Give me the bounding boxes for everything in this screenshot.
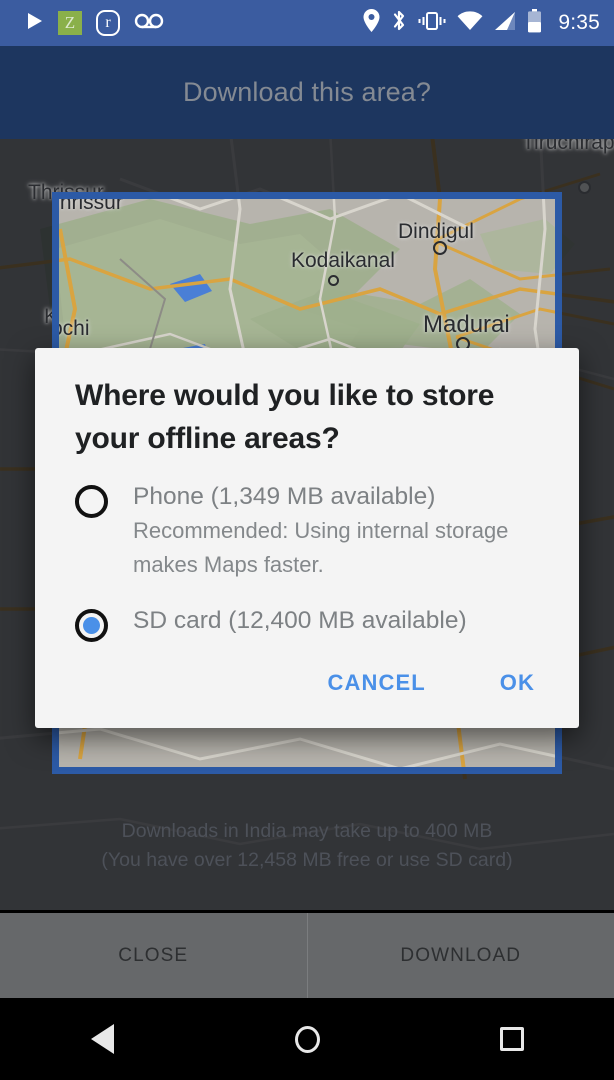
option-row-sd-card[interactable]: SD card (12,400 MB available) — [35, 604, 579, 642]
home-icon — [294, 1025, 320, 1053]
map-label-madurai: Madurai — [423, 311, 510, 338]
map-dot-kodaikanal — [328, 275, 339, 286]
wifi-icon — [457, 10, 483, 36]
cell-signal-icon — [494, 11, 516, 36]
system-nav-bar — [0, 998, 614, 1080]
back-icon — [90, 1024, 114, 1054]
storage-location-dialog: Where would you like to store your offli… — [35, 348, 579, 728]
nav-home-button[interactable] — [205, 1025, 410, 1053]
phone-screen: Z r 9:35 Download this area? Thrissur Ti… — [0, 0, 614, 1080]
app-bar: Download this area? — [0, 46, 614, 139]
caption-download-size: Downloads in India may take up to 400 MB — [121, 820, 493, 842]
option-text-phone: Phone (1,349 MB available) Recommended: … — [133, 480, 539, 582]
map-label-tiruchirappalli: Tiruchirap — [522, 139, 614, 154]
map-dot-dindigul — [433, 241, 447, 255]
option-row-phone[interactable]: Phone (1,349 MB available) Recommended: … — [35, 480, 579, 582]
status-bar: Z r 9:35 — [0, 0, 614, 46]
map-captions: Downloads in India may take up to 400 MB… — [0, 817, 614, 875]
battery-icon — [527, 8, 542, 38]
storage-option-list: Phone (1,349 MB available) Recommended: … — [35, 460, 579, 642]
option-text-sd-card: SD card (12,400 MB available) — [133, 604, 467, 642]
voicemail-icon — [134, 13, 164, 34]
page-title: Download this area? — [182, 77, 432, 107]
download-button[interactable]: DOWNLOAD — [308, 913, 614, 998]
option-label-sd-card: SD card (12,400 MB available) — [133, 607, 467, 634]
status-bar-left-icons: Z r — [26, 10, 164, 36]
caption-free-space: (You have over 12,458 MB free or use SD … — [101, 849, 513, 871]
reddit-badge-icon: r — [96, 10, 120, 36]
status-bar-right-icons: 9:35 — [363, 8, 600, 38]
radio-dot-phone — [83, 493, 100, 510]
option-label-phone: Phone (1,349 MB available) — [133, 483, 436, 510]
map-dot-tiruchirappalli — [578, 181, 591, 194]
radio-button-sd-card[interactable] — [75, 609, 108, 642]
cancel-button[interactable]: CANCEL — [316, 664, 438, 702]
dialog-title: Where would you like to store your offli… — [75, 379, 495, 455]
dialog-action-row: CANCEL OK — [35, 646, 579, 728]
ok-button[interactable]: OK — [488, 664, 547, 702]
status-bar-clock: 9:35 — [558, 11, 600, 34]
radio-button-phone[interactable] — [75, 485, 108, 518]
nav-back-button[interactable] — [0, 1024, 205, 1054]
location-icon — [363, 9, 380, 37]
radio-dot-sd-card — [83, 617, 100, 634]
bluetooth-icon — [391, 9, 407, 37]
map-label-kodaikanal: Kodaikanal — [291, 249, 395, 272]
map-label-kochi-inner: Kochi — [59, 317, 90, 340]
vibrate-icon — [418, 10, 446, 37]
map-label-thrissur-inner: Thrissur — [59, 199, 123, 214]
recents-icon — [499, 1027, 524, 1051]
nav-recents-button[interactable] — [409, 1027, 614, 1051]
close-button[interactable]: CLOSE — [0, 913, 307, 998]
map-label-dindigul: Dindigul — [398, 220, 474, 243]
play-icon — [26, 11, 44, 36]
option-description-phone: Recommended: Using internal storage make… — [133, 518, 509, 577]
zedge-badge-icon: Z — [58, 11, 82, 35]
bottom-action-bar: CLOSE DOWNLOAD — [0, 910, 614, 998]
